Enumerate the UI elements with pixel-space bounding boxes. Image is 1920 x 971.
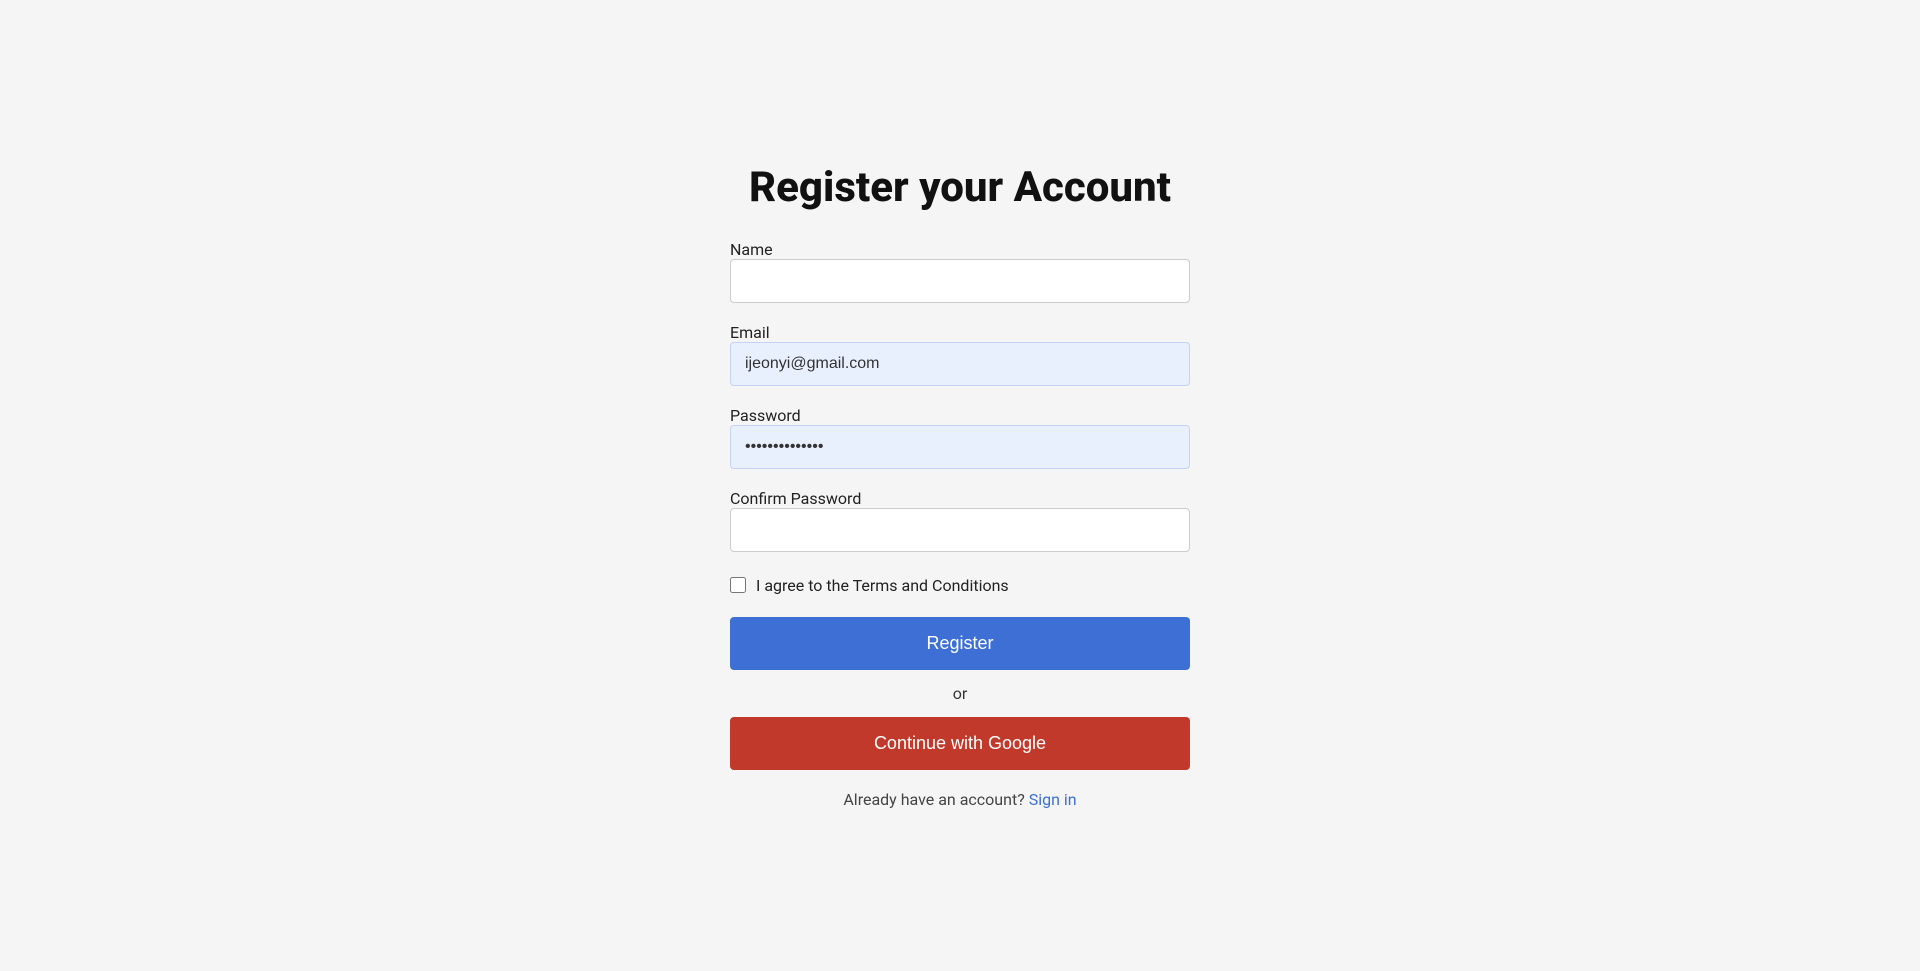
password-input[interactable] — [730, 425, 1190, 469]
confirm-password-input[interactable] — [730, 508, 1190, 552]
or-divider: or — [730, 684, 1190, 703]
confirm-password-field-group: Confirm Password — [730, 489, 1190, 552]
confirm-password-label: Confirm Password — [730, 489, 861, 508]
page-title: Register your Account — [730, 163, 1190, 212]
name-label: Name — [730, 240, 773, 259]
signin-row: Already have an account? Sign in — [730, 790, 1190, 809]
name-field-group: Name — [730, 240, 1190, 303]
terms-checkbox[interactable] — [730, 577, 746, 593]
register-form: Register your Account Name Email Passwor… — [730, 163, 1190, 809]
signin-link[interactable]: Sign in — [1029, 790, 1077, 809]
google-button[interactable]: Continue with Google — [730, 717, 1190, 770]
terms-checkbox-row: I agree to the Terms and Conditions — [730, 576, 1190, 595]
terms-label: I agree to the Terms and Conditions — [756, 576, 1009, 595]
email-label: Email — [730, 323, 770, 342]
password-label: Password — [730, 406, 801, 425]
register-button[interactable]: Register — [730, 617, 1190, 670]
name-input[interactable] — [730, 259, 1190, 303]
password-field-group: Password — [730, 406, 1190, 469]
signin-text: Already have an account? — [843, 790, 1024, 809]
email-input[interactable] — [730, 342, 1190, 386]
email-field-group: Email — [730, 323, 1190, 386]
